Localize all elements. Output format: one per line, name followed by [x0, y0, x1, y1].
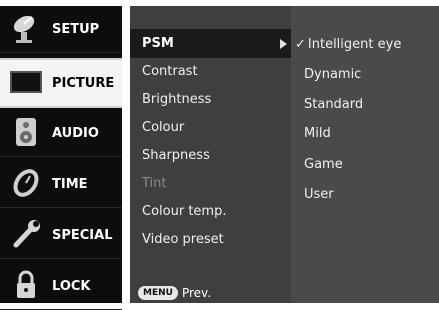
category-picture[interactable]: PICTURE [0, 58, 122, 108]
category-label: SETUP [52, 21, 100, 37]
category-setup[interactable]: SETUP [0, 6, 122, 53]
wrench-icon [10, 218, 42, 250]
category-panel: SETUP PICTURE AUDIO TIME SPECIAL LOCK [0, 6, 122, 310]
arrow-right-icon [280, 39, 287, 49]
option-standard[interactable]: Standard [291, 90, 439, 119]
category-label: LOCK [52, 278, 91, 294]
option-label: User [304, 187, 334, 202]
prev-label: Prev. [181, 286, 212, 300]
category-label: PICTURE [52, 75, 115, 91]
menu-item-label: Tint [142, 176, 167, 191]
speaker-icon [10, 116, 42, 148]
category-time[interactable]: TIME [0, 161, 122, 208]
option-label: Intelligent eye [307, 37, 402, 52]
picture-submenu: PSM Contrast Brightness Colour Sharpness… [130, 6, 291, 303]
tv-screen-icon [10, 66, 42, 98]
menu-button-icon[interactable]: MENU [138, 286, 178, 300]
option-game[interactable]: Game [291, 150, 439, 179]
menu-item-tint: Tint [130, 169, 291, 198]
menu-item-psm[interactable]: PSM [130, 29, 291, 58]
category-audio[interactable]: AUDIO [0, 110, 122, 157]
category-label: TIME [52, 176, 88, 192]
menu-item-sharpness[interactable]: Sharpness [130, 141, 291, 170]
option-user[interactable]: User [291, 180, 439, 209]
option-dynamic[interactable]: Dynamic [291, 60, 439, 89]
menu-item-video-preset[interactable]: Video preset [130, 225, 291, 254]
menu-item-label: Colour [142, 120, 185, 135]
option-label: Dynamic [304, 67, 362, 82]
checkmark-icon: ✓ [295, 37, 306, 52]
category-label: AUDIO [52, 125, 99, 141]
category-special[interactable]: SPECIAL [0, 212, 122, 259]
menu-item-label: Video preset [142, 232, 224, 247]
menu-item-colour-temp[interactable]: Colour temp. [130, 197, 291, 226]
option-label: Game [304, 157, 343, 172]
option-label: Mild [304, 126, 331, 141]
menu-item-label: Colour temp. [142, 204, 227, 219]
option-intelligent-eye[interactable]: ✓ Intelligent eye [291, 30, 439, 59]
menu-item-brightness[interactable]: Brightness [130, 85, 291, 114]
menu-item-label: Brightness [142, 92, 212, 107]
menu-item-label: PSM [142, 36, 174, 51]
menu-footer: MENU Prev. [138, 285, 211, 301]
category-label: SPECIAL [52, 227, 113, 243]
menu-item-label: Sharpness [142, 148, 210, 163]
option-mild[interactable]: Mild [291, 119, 439, 148]
menu-item-colour[interactable]: Colour [130, 113, 291, 142]
menu-item-label: Contrast [142, 64, 198, 79]
menu-item-contrast[interactable]: Contrast [130, 57, 291, 86]
satellite-dish-icon [10, 12, 42, 44]
clock-icon [10, 167, 42, 199]
psm-options-panel: ✓ Intelligent eye Dynamic Standard Mild … [291, 6, 439, 303]
option-label: Standard [304, 97, 364, 112]
padlock-icon [10, 269, 42, 301]
